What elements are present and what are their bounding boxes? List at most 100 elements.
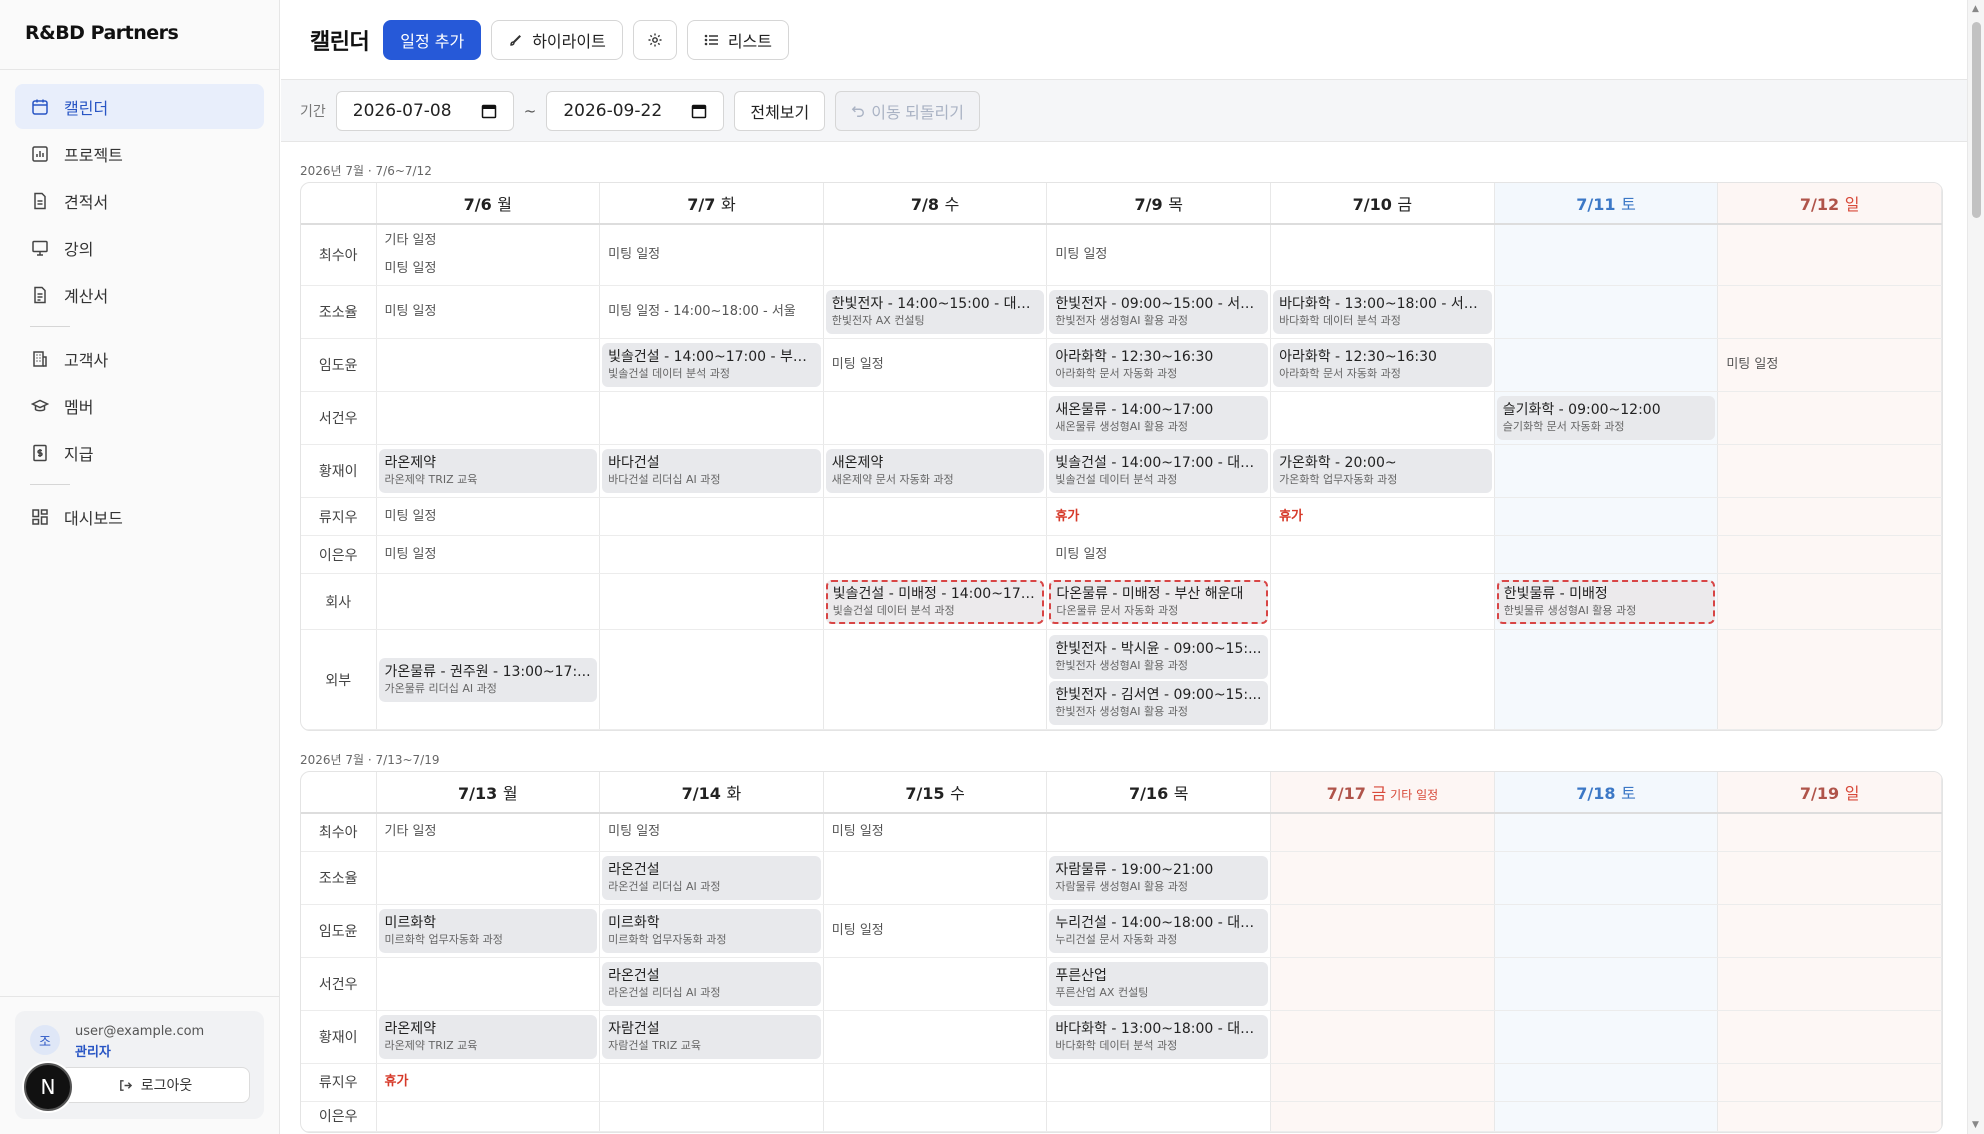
calendar-cell[interactable]: 미팅 일정 [823,338,1048,392]
calendar-cell[interactable]: 미팅 일정 [1046,224,1272,286]
calendar-cell[interactable] [376,851,601,905]
calendar-cell[interactable] [823,1101,1048,1132]
unassigned-event-card[interactable]: 다온물류 - 미배정 - 부산 해운대 다온물류 문서 자동화 과정 [1049,579,1269,624]
scrollbar-thumb[interactable] [1972,22,1981,218]
event-card[interactable]: 푸른산업 푸른산업 AX 컨설팅 [1049,961,1269,1006]
calendar-cell[interactable]: 아라화학 - 12:30~16:30 아라화학 문서 자동화 과정 [1046,338,1272,392]
unassigned-event-card[interactable]: 빛솔건설 - 미배정 - 14:00~17:... 빛솔건설 데이터 분석 과정 [825,579,1045,624]
calendar-cell[interactable] [1717,497,1942,536]
sidebar-item-2[interactable]: 견적서 [15,178,264,223]
plain-event[interactable]: 미팅 일정 [602,241,821,269]
calendar-cell[interactable]: 기타 일정 [376,813,601,852]
day-header[interactable]: 7/19 일 [1717,772,1942,814]
calendar-cell[interactable]: 휴가 [1046,497,1272,536]
calendar-cell[interactable] [1270,1101,1495,1132]
calendar-cell[interactable]: 빛솔건설 - 14:00~17:00 - 대구... 빛솔건설 데이터 분석 과… [1046,444,1272,498]
list-button[interactable]: 리스트 [686,19,789,60]
calendar-cell[interactable] [1717,391,1942,445]
event-card[interactable]: 빛솔건설 - 14:00~17:00 - 대구... 빛솔건설 데이터 분석 과… [1049,449,1269,493]
plain-event[interactable]: 미팅 일정 [1049,241,1268,269]
calendar-cell[interactable] [1270,851,1495,905]
calendar-cell[interactable] [1270,573,1495,630]
sidebar-item-8[interactable]: 지급 [15,430,264,475]
calendar-cell[interactable] [1717,1063,1942,1102]
calendar-cell[interactable] [1270,904,1495,958]
calendar-cell[interactable] [1494,957,1719,1011]
calendar-cell[interactable] [1717,629,1942,730]
add-event-button[interactable]: 일정 추가 [383,19,482,60]
calendar-cell[interactable]: 미팅 일정 - 14:00~18:00 - 서울 [599,285,824,339]
event-card[interactable]: 바다화학 - 13:00~18:00 - 대전... 바다화학 데이터 분석 과… [1049,1014,1269,1059]
calendar-cell[interactable] [599,497,824,536]
day-header[interactable]: 7/16 목 [1046,772,1272,814]
event-card[interactable]: 빛솔건설 - 14:00~17:00 - 부산... 빛솔건설 데이터 분석 과… [602,343,821,387]
day-header[interactable]: 7/9 목 [1046,183,1272,225]
day-header[interactable]: 7/11 토 [1494,183,1719,225]
calendar-cell[interactable] [599,1063,824,1102]
calendar-cell[interactable]: 미팅 일정 [376,285,601,339]
event-card[interactable]: 새온제약 새온제약 문서 자동화 과정 [825,449,1045,493]
calendar-cell[interactable]: 다온물류 - 미배정 - 부산 해운대 다온물류 문서 자동화 과정 [1046,573,1272,630]
calendar-cell[interactable] [1270,957,1495,1011]
scroll-up-icon[interactable]: ▲ [1972,4,1979,14]
start-date-input[interactable]: 2026-07-08 [335,90,514,131]
calendar-cell[interactable] [1717,1101,1942,1132]
calendar-cell[interactable]: 한빛전자 - 14:00~15:00 - 대구... 한빛전자 AX 컨설팅 [823,285,1048,339]
calendar-cell[interactable]: 새온제약 새온제약 문서 자동화 과정 [823,444,1048,498]
scroll-down-icon[interactable]: ▼ [1972,1120,1979,1130]
calendar-cell[interactable]: 가온화학 - 20:00~ 가온화학 업무자동화 과정 [1270,444,1495,498]
calendar-cell[interactable]: 미팅 일정 [599,224,824,286]
calendar-cell[interactable]: 미팅 일정 [376,497,601,536]
sidebar-item-6[interactable]: 고객사 [15,336,264,381]
plain-event[interactable]: 미팅 일정 [1049,541,1268,569]
event-card[interactable]: 새온물류 - 14:00~17:00 새온물류 생성형AI 활용 과정 [1049,396,1269,440]
sidebar-item-10[interactable]: 대시보드 [15,494,264,539]
calendar-cell[interactable] [1494,1063,1719,1102]
sidebar-item-0[interactable]: 캘린더 [15,84,264,129]
calendar-cell[interactable] [1717,535,1942,574]
day-header[interactable]: 7/6 월 [376,183,601,225]
calendar-cell[interactable] [599,1101,824,1132]
calendar-cell[interactable] [823,1010,1048,1064]
calendar-cell[interactable]: 바다화학 - 13:00~18:00 - 서울... 바다화학 데이터 분석 과… [1270,285,1495,339]
calendar-cell[interactable]: 미팅 일정 [1046,535,1272,574]
calendar-cell[interactable] [1270,535,1495,574]
calendar-cell[interactable]: 바다건설 바다건설 리더십 AI 과정 [599,444,824,498]
calendar-cell[interactable] [1046,1101,1272,1132]
calendar-cell[interactable] [1717,224,1942,286]
calendar-cell[interactable] [823,851,1048,905]
calendar-cell[interactable]: 한빛전자 - 09:00~15:00 - 서울... 한빛전자 생성형AI 활용… [1046,285,1272,339]
view-all-button[interactable]: 전체보기 [734,90,826,131]
calendar-cell[interactable] [1046,1063,1272,1102]
calendar-cell[interactable]: 라온건설 라온건설 리더십 AI 과정 [599,851,824,905]
calendar-cell[interactable] [376,957,601,1011]
undo-move-button[interactable]: 이동 되돌리기 [835,90,980,131]
sidebar-item-3[interactable]: 강의 [15,225,264,270]
calendar-cell[interactable] [599,629,824,730]
calendar-cell[interactable]: 가온물류 - 권주원 - 13:00~17:... 가온물류 리더십 AI 과정 [376,629,601,730]
calendar-cell[interactable] [376,573,601,630]
plain-event[interactable]: 기타 일정 [379,227,598,255]
calendar-cell[interactable] [599,573,824,630]
calendar-cell[interactable] [599,391,824,445]
unassigned-event-card[interactable]: 한빛물류 - 미배정 한빛물류 생성형AI 활용 과정 [1496,579,1716,624]
vacation-label[interactable]: 휴가 [1273,503,1492,531]
day-header[interactable]: 7/14 화 [599,772,824,814]
calendar-cell[interactable] [376,1101,601,1132]
calendar-cell[interactable]: 미팅 일정 [376,535,601,574]
end-date-input[interactable]: 2026-09-22 [546,90,725,131]
highlight-button[interactable]: 하이라이트 [491,19,623,60]
calendar-cell[interactable] [1270,1063,1495,1102]
plain-event[interactable]: 미팅 일정 [1720,351,1939,379]
event-card[interactable]: 가온물류 - 권주원 - 13:00~17:... 가온물류 리더십 AI 과정 [378,657,598,702]
event-card[interactable]: 라온건설 라온건설 리더십 AI 과정 [602,961,821,1006]
calendar-cell[interactable] [823,535,1048,574]
calendar-cell[interactable]: 누리건설 - 14:00~18:00 - 대전... 누리건설 문서 자동화 과… [1046,904,1272,958]
calendar-cell[interactable]: 휴가 [376,1063,601,1102]
vacation-label[interactable]: 휴가 [1049,503,1268,531]
day-header[interactable]: 7/8 수 [823,183,1048,225]
calendar-picker-icon[interactable] [481,103,497,119]
day-header[interactable]: 7/15 수 [823,772,1048,814]
calendar-cell[interactable] [823,224,1048,286]
calendar-cell[interactable]: 슬기화학 - 09:00~12:00 슬기화학 문서 자동화 과정 [1494,391,1719,445]
